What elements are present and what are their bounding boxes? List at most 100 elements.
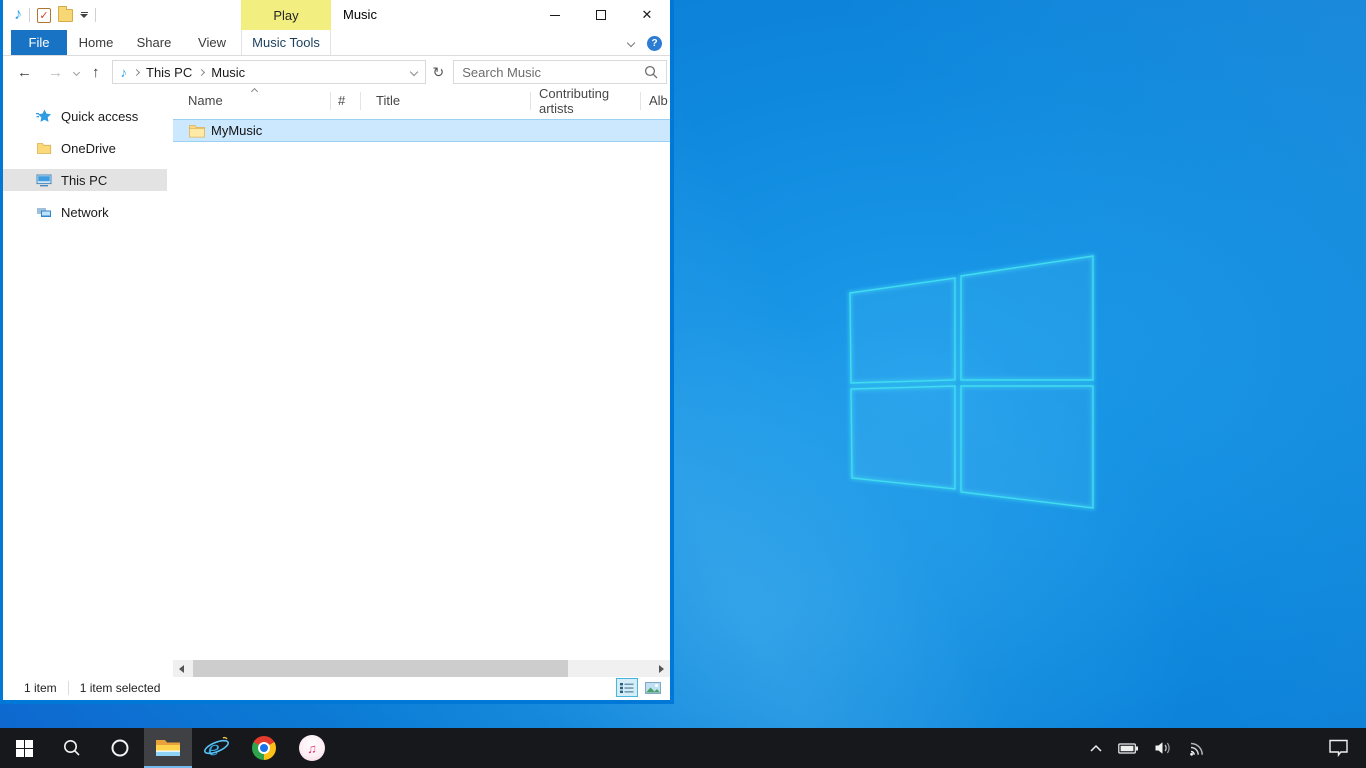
sidebar-item-label: OneDrive [61, 141, 116, 156]
scroll-right-arrow-icon[interactable] [653, 660, 670, 677]
file-row-mymusic[interactable]: MyMusic [173, 119, 670, 142]
this-pc-monitor-icon [36, 172, 52, 188]
sidebar-item-quick-access[interactable]: Quick access [3, 105, 167, 127]
file-explorer-window: ♪ ✓ Play Music ✕ File Home Share View Mu… [0, 0, 674, 704]
wifi-network-icon[interactable] [1188, 740, 1206, 756]
ribbon-tabs: File Home Share View Music Tools ? [3, 30, 670, 56]
navigation-pane: Quick access OneDrive This PC [3, 88, 167, 677]
column-header-track-number[interactable]: # [331, 88, 361, 113]
recent-locations-chevron-icon[interactable] [73, 68, 80, 75]
internet-explorer-icon: e [203, 735, 230, 762]
items-count: 1 item [24, 681, 57, 695]
taskbar-search-button[interactable] [48, 728, 96, 768]
tab-home[interactable]: Home [67, 30, 125, 55]
taskbar-internet-explorer-button[interactable]: e [192, 728, 240, 768]
sidebar-item-this-pc[interactable]: This PC [3, 169, 167, 191]
details-view-icon [620, 682, 634, 694]
file-explorer-icon [155, 737, 181, 758]
start-button[interactable] [0, 728, 48, 768]
network-computers-icon [36, 204, 52, 220]
file-name: MyMusic [211, 123, 262, 138]
svg-text:e: e [208, 736, 220, 760]
taskbar-chrome-button[interactable] [240, 728, 288, 768]
search-input[interactable] [454, 65, 644, 80]
minimize-icon [550, 15, 560, 16]
properties-icon[interactable]: ✓ [37, 8, 51, 23]
sidebar-item-label: Quick access [61, 109, 138, 124]
close-button[interactable]: ✕ [624, 0, 670, 30]
onedrive-folder-icon [36, 140, 52, 156]
breadcrumb-chevron-icon[interactable] [198, 68, 205, 75]
sidebar-item-onedrive[interactable]: OneDrive [3, 137, 167, 159]
selection-count: 1 item selected [80, 681, 161, 695]
ribbon-collapse-chevron-icon[interactable] [627, 39, 635, 47]
status-divider [68, 681, 69, 695]
tab-share[interactable]: Share [125, 30, 183, 55]
forward-button: → [48, 65, 63, 80]
cortana-button[interactable] [96, 728, 144, 768]
sidebar-item-network[interactable]: Network [3, 201, 167, 223]
refresh-button[interactable]: ↻ [433, 64, 445, 81]
folder-icon [189, 124, 205, 138]
search-box [453, 60, 667, 84]
system-tray [1089, 728, 1366, 768]
breadcrumb-this-pc[interactable]: This PC [146, 65, 192, 80]
search-icon [63, 739, 81, 757]
file-list-pane: Name # Title Contributing artists Alb My… [173, 88, 670, 677]
app-music-icon: ♪ [14, 7, 22, 23]
horizontal-scrollbar[interactable] [173, 660, 670, 677]
sidebar-item-label: This PC [61, 173, 107, 188]
status-bar: 1 item 1 item selected [3, 677, 670, 699]
scroll-left-arrow-icon[interactable] [173, 660, 190, 677]
tab-music-tools[interactable]: Music Tools [241, 30, 331, 55]
volume-icon[interactable] [1154, 740, 1173, 756]
tab-file[interactable]: File [11, 30, 67, 55]
column-headers: Name # Title Contributing artists Alb [173, 88, 670, 113]
large-icons-view-button[interactable] [642, 678, 664, 697]
sidebar-item-label: Network [61, 205, 109, 220]
back-button[interactable]: ← [17, 65, 32, 80]
hidden-icons-chevron-icon[interactable] [1089, 742, 1103, 754]
address-bar: ← → ↑ ♪ This PC Music ↻ [3, 56, 670, 88]
toolbar-separator [95, 8, 96, 22]
explorer-content: Quick access OneDrive This PC [3, 88, 670, 677]
maximize-button[interactable] [578, 0, 624, 30]
address-breadcrumb-box[interactable]: ♪ This PC Music [112, 60, 426, 84]
taskbar: e ♫ [0, 728, 1366, 768]
scrollbar-thumb[interactable] [193, 660, 568, 677]
chrome-icon [252, 736, 276, 760]
itunes-icon: ♫ [299, 735, 325, 761]
window-controls: ✕ [532, 0, 670, 30]
address-dropdown-chevron-icon[interactable] [409, 68, 417, 76]
column-header-album[interactable]: Alb [641, 88, 670, 113]
title-bar: ♪ ✓ Play Music ✕ [3, 0, 670, 30]
location-music-icon: ♪ [121, 65, 128, 80]
close-icon: ✕ [642, 7, 653, 23]
customize-toolbar-dropdown-icon[interactable] [80, 12, 88, 18]
tab-play[interactable]: Play [241, 0, 331, 30]
minimize-button[interactable] [532, 0, 578, 30]
quick-access-star-icon [36, 108, 52, 124]
action-center-icon[interactable] [1328, 739, 1350, 757]
battery-icon[interactable] [1118, 740, 1139, 757]
help-icon[interactable]: ? [647, 36, 662, 51]
toolbar-separator [29, 8, 30, 22]
column-header-contributing-artists[interactable]: Contributing artists [531, 88, 641, 113]
column-header-name[interactable]: Name [173, 88, 331, 113]
taskbar-file-explorer-button[interactable] [144, 728, 192, 768]
window-title: Music [343, 0, 377, 30]
column-header-title[interactable]: Title [361, 88, 531, 113]
details-view-button[interactable] [616, 678, 638, 697]
maximize-icon [596, 10, 606, 20]
new-folder-icon[interactable] [58, 9, 73, 22]
quick-access-toolbar: ♪ ✓ [3, 7, 96, 23]
windows-logo-wallpaper [830, 240, 1110, 530]
cortana-circle-icon [110, 738, 130, 758]
windows-start-icon [16, 740, 33, 757]
tab-view[interactable]: View [183, 30, 241, 55]
breadcrumb-music[interactable]: Music [211, 65, 245, 80]
up-button[interactable]: ↑ [92, 65, 100, 80]
search-icon[interactable] [644, 65, 658, 79]
taskbar-itunes-button[interactable]: ♫ [288, 728, 336, 768]
breadcrumb-chevron-icon[interactable] [133, 68, 140, 75]
